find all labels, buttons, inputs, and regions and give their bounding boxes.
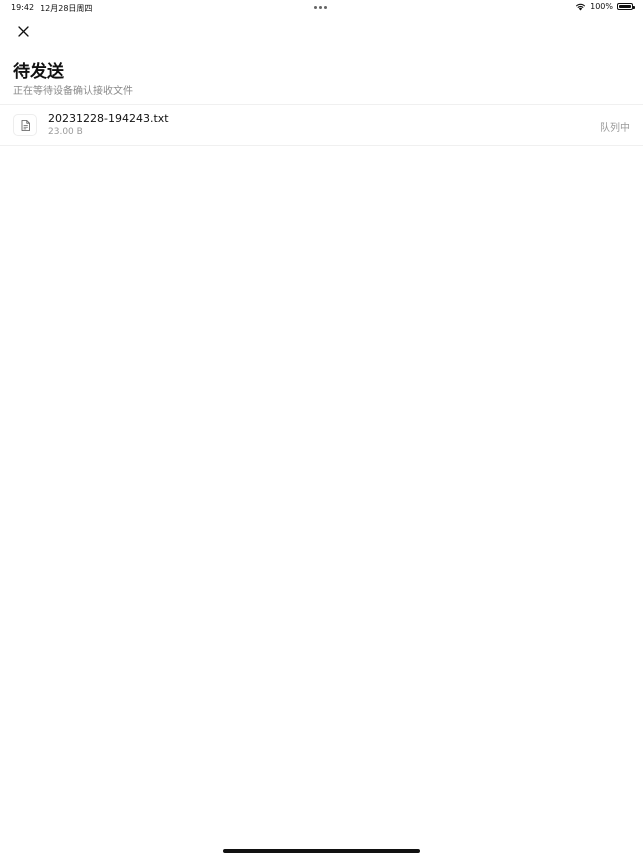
status-left: 19:42 12月28日周四 (11, 3, 92, 14)
file-status: 队列中 (600, 123, 630, 134)
wifi-icon (575, 3, 586, 11)
status-right: 100% (575, 2, 635, 11)
file-size: 23.00 B (48, 127, 83, 137)
dot (319, 6, 322, 9)
screen: 19:42 12月28日周四 100% 待发送 正在等待设备确认接收文件 202… (0, 0, 643, 858)
multitasking-dots-icon[interactable] (314, 6, 327, 9)
battery-percent: 100% (590, 2, 613, 11)
close-icon (17, 25, 29, 37)
file-name: 20231228-194243.txt (48, 112, 169, 125)
dot (324, 6, 327, 9)
status-time: 19:42 (11, 3, 35, 12)
page-title: 待发送 (13, 62, 64, 82)
page-subtitle: 正在等待设备确认接收文件 (13, 86, 133, 97)
home-indicator[interactable] (223, 849, 420, 853)
status-date: 12月28日周四 (40, 4, 93, 13)
document-icon (13, 114, 37, 136)
close-button[interactable] (14, 22, 32, 40)
dot (314, 6, 317, 9)
battery-icon (617, 3, 635, 10)
file-row[interactable]: 20231228-194243.txt 23.00 B 队列中 (0, 104, 643, 146)
status-bar: 19:42 12月28日周四 100% (0, 0, 643, 16)
file-list: 20231228-194243.txt 23.00 B 队列中 (0, 104, 643, 146)
